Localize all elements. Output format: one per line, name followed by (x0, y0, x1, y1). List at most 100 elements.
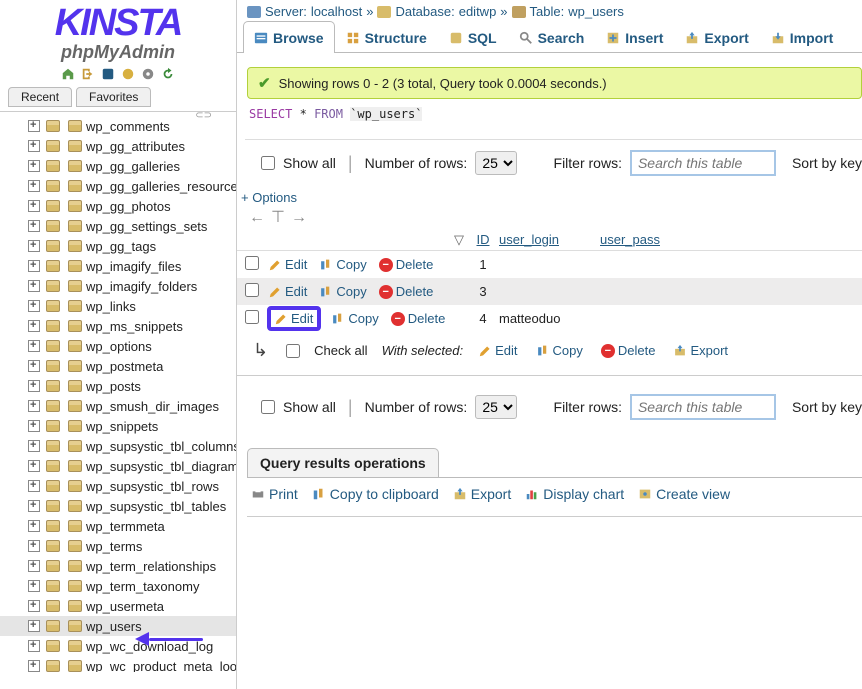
sidebar-table-wp_usermeta[interactable]: wp_usermeta (0, 596, 236, 616)
row-checkbox[interactable] (245, 283, 259, 297)
col-id[interactable]: ID (477, 232, 490, 247)
expand-icon[interactable] (28, 540, 40, 552)
expand-icon[interactable] (28, 420, 40, 432)
expand-icon[interactable] (28, 120, 40, 132)
expand-icon[interactable] (28, 180, 40, 192)
sidebar-table-wp_gg_settings_sets[interactable]: wp_gg_settings_sets (0, 216, 236, 236)
expand-icon[interactable] (28, 140, 40, 152)
table-link[interactable]: wp_users (568, 4, 624, 19)
exit-icon[interactable] (81, 67, 95, 81)
tab-sql[interactable]: SQL (438, 21, 508, 52)
num-rows-select[interactable]: 25 (475, 151, 517, 175)
bulk-delete[interactable]: −Delete (599, 342, 658, 359)
edit-button[interactable]: Edit (267, 256, 309, 273)
sidebar-table-wp_supsystic_tbl_columns[interactable]: wp_supsystic_tbl_columns (0, 436, 236, 456)
expand-icon[interactable] (28, 380, 40, 392)
options-toggle[interactable]: + Options (241, 190, 297, 205)
expand-icon[interactable] (28, 200, 40, 212)
expand-icon[interactable] (28, 400, 40, 412)
sidebar-table-wp_termmeta[interactable]: wp_termmeta (0, 516, 236, 536)
expand-icon[interactable] (28, 220, 40, 232)
sidebar-table-wp_imagify_folders[interactable]: wp_imagify_folders (0, 276, 236, 296)
sidebar-table-wp_wc_product_meta_lookup[interactable]: wp_wc_product_meta_lookup (0, 656, 236, 672)
expand-icon[interactable] (28, 480, 40, 492)
sidebar-table-wp_term_relationships[interactable]: wp_term_relationships (0, 556, 236, 576)
home-icon[interactable] (61, 67, 75, 81)
sql-icon[interactable] (101, 67, 115, 81)
db-link[interactable]: editwp (459, 4, 497, 19)
expand-icon[interactable] (28, 640, 40, 652)
expand-icon[interactable] (28, 520, 40, 532)
sidebar-table-wp_smush_dir_images[interactable]: wp_smush_dir_images (0, 396, 236, 416)
sidebar-table-wp_supsystic_tbl_diagrams[interactable]: wp_supsystic_tbl_diagrams (0, 456, 236, 476)
copy-button[interactable]: Copy (317, 283, 368, 300)
sidebar-table-wp_gg_galleries[interactable]: wp_gg_galleries (0, 156, 236, 176)
server-link[interactable]: localhost (311, 4, 362, 19)
clipboard-link[interactable]: Copy to clipboard (312, 486, 439, 502)
bulk-export[interactable]: Export (671, 342, 730, 359)
sidebar-table-wp_gg_galleries_resources[interactable]: wp_gg_galleries_resources (0, 176, 236, 196)
row-checkbox[interactable] (245, 310, 259, 324)
expand-icon[interactable] (28, 280, 40, 292)
row-checkbox[interactable] (245, 256, 259, 270)
expand-icon[interactable] (28, 460, 40, 472)
tab-browse[interactable]: Browse (243, 21, 335, 52)
expand-icon[interactable] (28, 440, 40, 452)
tab-insert[interactable]: Insert (595, 21, 674, 52)
tab-structure[interactable]: Structure (335, 21, 438, 52)
expand-icon[interactable] (28, 360, 40, 372)
copy-button[interactable]: Copy (329, 310, 380, 327)
show-all-checkbox[interactable] (261, 156, 275, 170)
copy-button[interactable]: Copy (317, 256, 368, 273)
expand-icon[interactable] (28, 240, 40, 252)
delete-button[interactable]: −Delete (377, 283, 436, 300)
tab-import[interactable]: Import (760, 21, 845, 52)
settings-icon[interactable] (141, 67, 155, 81)
sidebar-table-wp_gg_attributes[interactable]: wp_gg_attributes (0, 136, 236, 156)
export-link[interactable]: Export (453, 486, 511, 502)
sidebar-table-wp_gg_photos[interactable]: wp_gg_photos (0, 196, 236, 216)
expand-icon[interactable] (28, 660, 40, 672)
sort-icon[interactable]: ▽ (447, 232, 471, 248)
sidebar-table-wp_imagify_files[interactable]: wp_imagify_files (0, 256, 236, 276)
sidebar-table-wp_options[interactable]: wp_options (0, 336, 236, 356)
sidebar-table-wp_supsystic_tbl_rows[interactable]: wp_supsystic_tbl_rows (0, 476, 236, 496)
num-rows-select-2[interactable]: 25 (475, 395, 517, 419)
edit-button[interactable]: Edit (267, 306, 321, 331)
sidebar-table-wp_posts[interactable]: wp_posts (0, 376, 236, 396)
sidebar-table-wp_ms_snippets[interactable]: wp_ms_snippets (0, 316, 236, 336)
expand-icon[interactable] (28, 580, 40, 592)
sidebar-table-wp_postmeta[interactable]: wp_postmeta (0, 356, 236, 376)
expand-icon[interactable] (28, 300, 40, 312)
expand-icon[interactable] (28, 320, 40, 332)
bulk-copy[interactable]: Copy (534, 342, 585, 359)
expand-icon[interactable] (28, 600, 40, 612)
col-pass[interactable]: user_pass (600, 232, 660, 247)
expand-icon[interactable] (28, 340, 40, 352)
tab-favorites[interactable]: Favorites (76, 87, 151, 107)
tab-recent[interactable]: Recent (8, 87, 72, 107)
sidebar-table-wp_gg_tags[interactable]: wp_gg_tags (0, 236, 236, 256)
edit-button[interactable]: Edit (267, 283, 309, 300)
tab-search[interactable]: Search (508, 21, 596, 52)
sidebar-table-wp_supsystic_tbl_tables[interactable]: wp_supsystic_tbl_tables (0, 496, 236, 516)
print-link[interactable]: Print (251, 486, 298, 502)
nav-arrows[interactable]: ←⊤→ (237, 207, 862, 227)
bulk-edit[interactable]: Edit (477, 342, 519, 359)
sidebar-table-wp_wc_download_log[interactable]: wp_wc_download_log (0, 636, 236, 656)
expand-icon[interactable] (28, 160, 40, 172)
search-input[interactable] (630, 150, 776, 176)
tab-export[interactable]: Export (674, 21, 759, 52)
delete-button[interactable]: −Delete (377, 256, 436, 273)
delete-button[interactable]: −Delete (389, 310, 448, 327)
sidebar-table-wp_terms[interactable]: wp_terms (0, 536, 236, 556)
expand-icon[interactable] (28, 620, 40, 632)
expand-icon[interactable] (28, 500, 40, 512)
check-all-checkbox[interactable] (286, 344, 300, 358)
view-link[interactable]: Create view (638, 486, 730, 502)
sidebar-table-wp_snippets[interactable]: wp_snippets (0, 416, 236, 436)
sidebar-table-wp_term_taxonomy[interactable]: wp_term_taxonomy (0, 576, 236, 596)
sidebar-table-wp_users[interactable]: wp_users (0, 616, 236, 636)
search-input-2[interactable] (630, 394, 776, 420)
expand-icon[interactable] (28, 560, 40, 572)
